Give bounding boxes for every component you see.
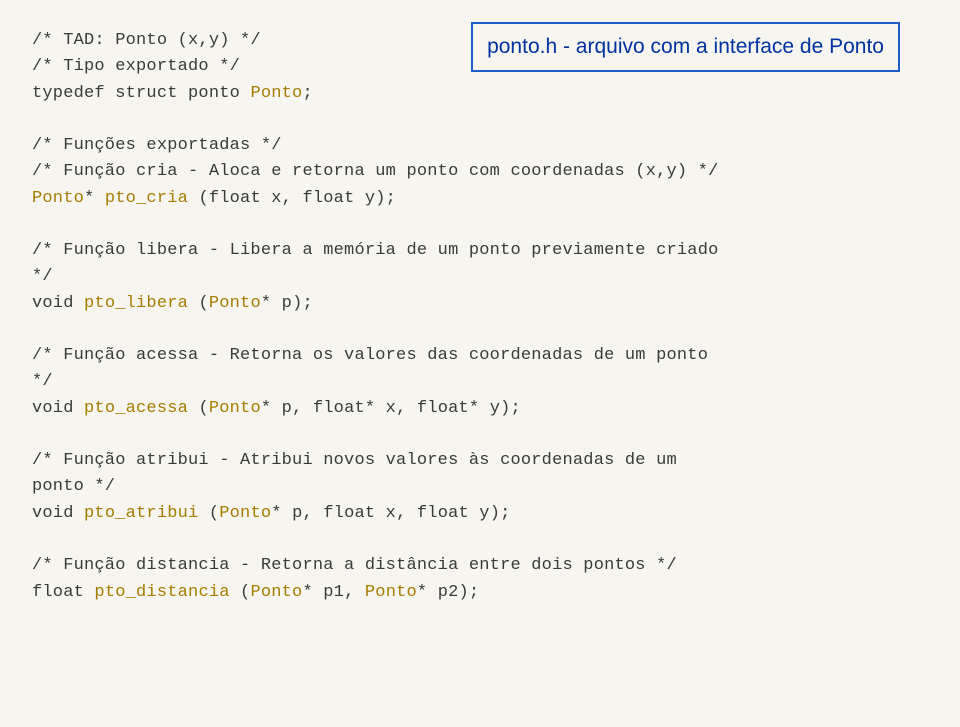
func-identifier: pto_cria bbox=[105, 189, 199, 208]
code-text: ( bbox=[240, 583, 250, 602]
code-text: (float x, float y); bbox=[198, 189, 396, 208]
type-identifier: Ponto bbox=[250, 84, 302, 103]
comment-line: /* Função distancia - Retorna a distânci… bbox=[32, 556, 677, 575]
func-identifier: pto_atribui bbox=[84, 504, 209, 523]
func-identifier: pto_distancia bbox=[94, 583, 240, 602]
code-text: ; bbox=[302, 84, 312, 103]
code-block-5: /* Função atribui - Atribui novos valore… bbox=[32, 448, 928, 527]
code-text: * p); bbox=[261, 294, 313, 313]
comment-line: ponto */ bbox=[32, 477, 115, 496]
callout-box: ponto.h - arquivo com a interface de Pon… bbox=[471, 22, 900, 72]
comment-line: */ bbox=[32, 372, 53, 391]
comment-line: /* Função libera - Libera a memória de u… bbox=[32, 241, 719, 260]
type-identifier: Ponto bbox=[365, 583, 417, 602]
comment-line: /* Função cria - Aloca e retorna um pont… bbox=[32, 162, 719, 181]
code-text: void bbox=[32, 399, 84, 418]
code-block-4: /* Função acessa - Retorna os valores da… bbox=[32, 343, 928, 422]
code-text: typedef struct ponto bbox=[32, 84, 250, 103]
code-text: * bbox=[84, 189, 105, 208]
comment-line: /* TAD: Ponto (x,y) */ bbox=[32, 31, 261, 50]
code-text: ( bbox=[198, 294, 208, 313]
func-identifier: pto_acessa bbox=[84, 399, 198, 418]
comment-line: /* Funções exportadas */ bbox=[32, 136, 282, 155]
code-text: float bbox=[32, 583, 94, 602]
comment-line: */ bbox=[32, 267, 53, 286]
code-block-3: /* Função libera - Libera a memória de u… bbox=[32, 238, 928, 317]
code-text: * p1, bbox=[302, 583, 364, 602]
code-text: * p, float* x, float* y); bbox=[261, 399, 521, 418]
comment-line: /* Tipo exportado */ bbox=[32, 57, 240, 76]
type-identifier: Ponto bbox=[250, 583, 302, 602]
code-block-2: /* Funções exportadas */ /* Função cria … bbox=[32, 133, 928, 212]
comment-line: /* Função atribui - Atribui novos valore… bbox=[32, 451, 677, 470]
type-identifier: Ponto bbox=[209, 399, 261, 418]
code-text: ( bbox=[198, 399, 208, 418]
comment-line: /* Função acessa - Retorna os valores da… bbox=[32, 346, 708, 365]
type-identifier: Ponto bbox=[219, 504, 271, 523]
callout-text: ponto.h - arquivo com a interface de Pon… bbox=[487, 35, 884, 58]
code-text: * p, float x, float y); bbox=[271, 504, 510, 523]
code-text: void bbox=[32, 504, 84, 523]
type-identifier: Ponto bbox=[32, 189, 84, 208]
code-text: void bbox=[32, 294, 84, 313]
func-identifier: pto_libera bbox=[84, 294, 198, 313]
type-identifier: Ponto bbox=[209, 294, 261, 313]
code-text: ( bbox=[209, 504, 219, 523]
code-text: * p2); bbox=[417, 583, 479, 602]
code-block-6: /* Função distancia - Retorna a distânci… bbox=[32, 553, 928, 606]
